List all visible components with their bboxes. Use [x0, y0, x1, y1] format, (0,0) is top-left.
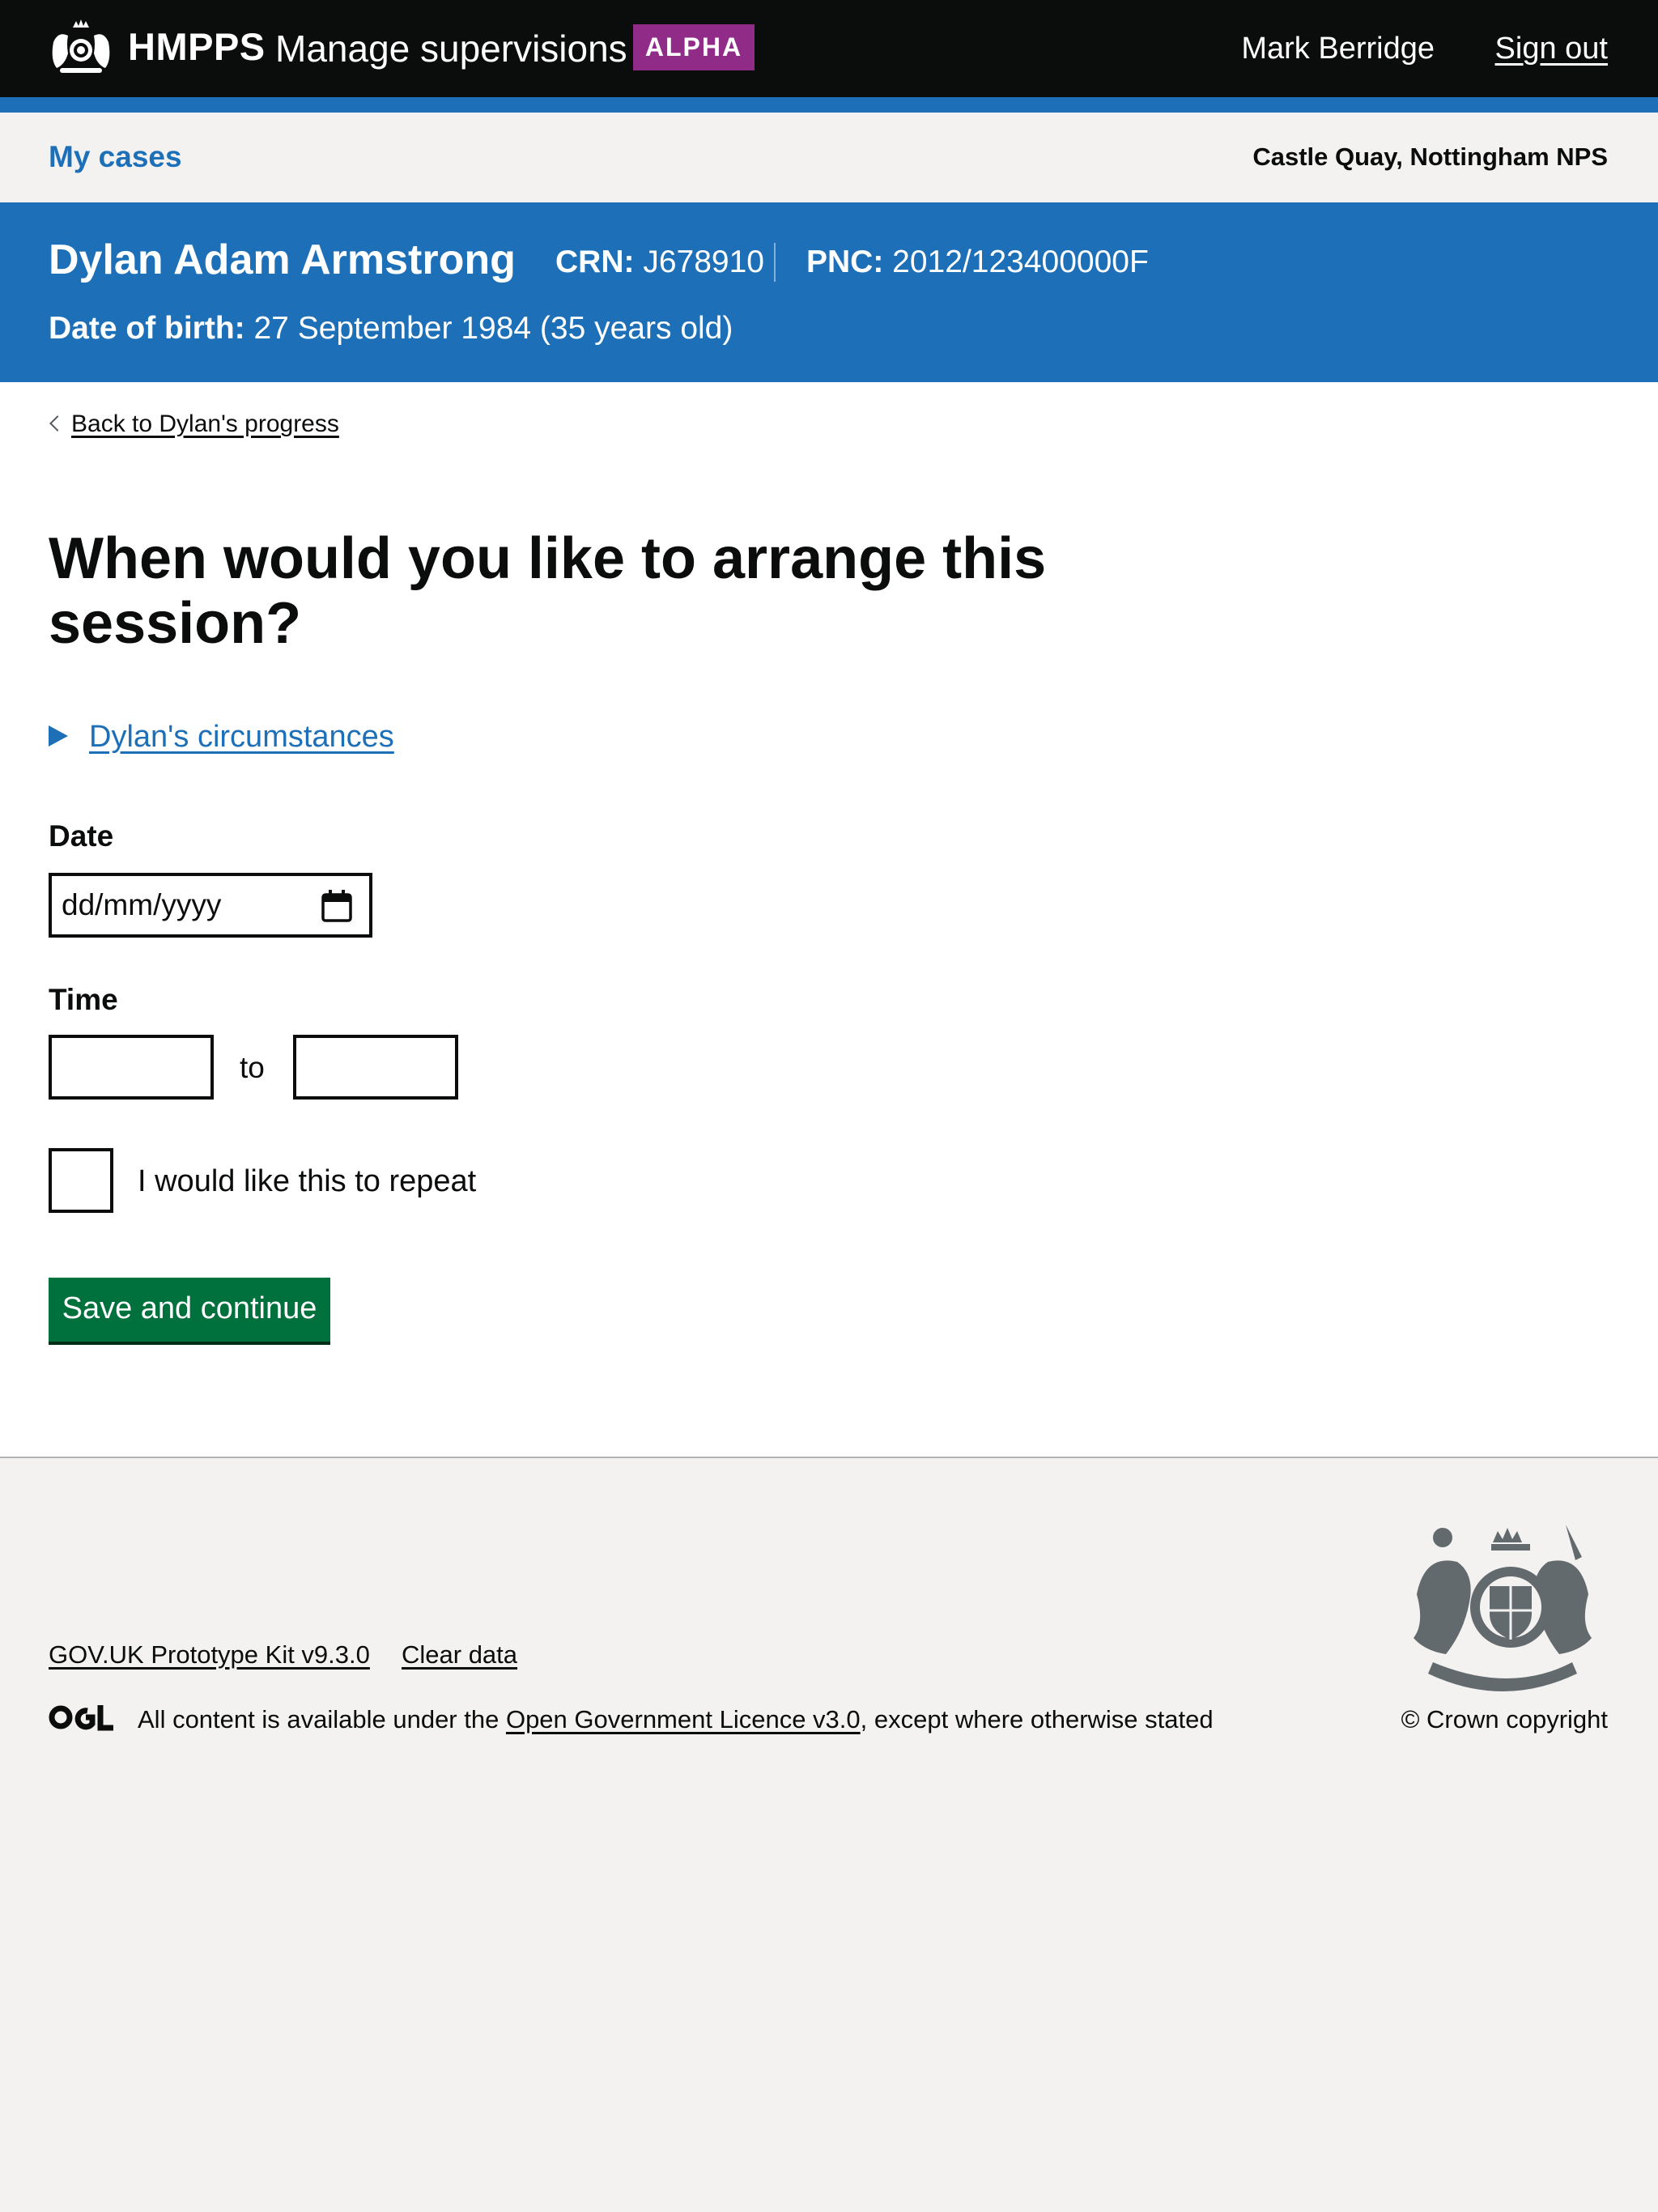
office-name: Castle Quay, Nottingham NPS	[1252, 143, 1608, 171]
org-name[interactable]: HMPPS	[128, 23, 266, 71]
open-government-licence-link[interactable]: Open Government Licence v3.0	[506, 1705, 861, 1733]
pnc-label: PNC:	[806, 245, 884, 279]
save-and-continue-button[interactable]: Save and continue	[49, 1278, 330, 1342]
licence-prefix: All content is available under the	[138, 1705, 506, 1733]
back-link[interactable]: Back to Dylan's progress	[49, 406, 339, 442]
offender-pnc: PNC: 2012/123400000F	[806, 240, 1149, 285]
chevron-left-icon	[49, 415, 66, 432]
date-placeholder: dd/mm/yyyy	[62, 888, 222, 921]
pnc-value: 2012/123400000F	[883, 245, 1149, 279]
prototype-kit-link[interactable]: GOV.UK Prototype Kit v9.3.0	[49, 1636, 370, 1674]
circumstances-details-toggle[interactable]: Dylan's circumstances	[49, 716, 394, 758]
service-name[interactable]: Manage supervisions	[275, 24, 627, 73]
time-label: Time	[49, 983, 118, 1016]
offender-name: Dylan Adam Armstrong	[49, 236, 516, 283]
page-title: When would you like to arrange this sess…	[49, 526, 1047, 656]
my-cases-link[interactable]: My cases	[49, 137, 182, 177]
time-separator: to	[240, 1051, 265, 1084]
licence-statement: All content is available under the Open …	[138, 1701, 1214, 1738]
calendar-icon[interactable]	[321, 889, 353, 923]
crown-copyright[interactable]: © Crown copyright	[1401, 1701, 1608, 1738]
offender-banner: Dylan Adam Armstrong CRN: J678910 PNC: 2…	[0, 202, 1658, 382]
site-footer: GOV.UK Prototype Kit v9.3.0 Clear data A…	[0, 1457, 1658, 2212]
licence-suffix: , except where otherwise stated	[860, 1705, 1214, 1733]
date-label: Date	[49, 819, 114, 853]
clear-data-link[interactable]: Clear data	[402, 1636, 517, 1674]
ogl-logo-icon	[49, 1705, 113, 1731]
start-time-input[interactable]	[49, 1035, 214, 1100]
header-accent-bar	[0, 97, 1658, 113]
page: HMPPS Manage supervisions ALPHA Mark Ber…	[0, 0, 1658, 2212]
back-link-label: Back to Dylan's progress	[71, 410, 339, 437]
phase-tag: ALPHA	[633, 24, 755, 70]
sub-navigation: My cases Castle Quay, Nottingham NPS	[0, 113, 1658, 202]
main-content: Back to Dylan's progress When would you …	[0, 382, 1658, 1457]
crn-label: CRN:	[555, 245, 635, 279]
royal-coat-of-arms-icon	[1414, 1525, 1592, 1691]
sign-out-link[interactable]: Sign out	[1495, 26, 1608, 71]
offender-dob: Date of birth: 27 September 1984 (35 yea…	[49, 306, 733, 351]
triangle-right-icon	[49, 725, 68, 747]
details-summary-label: Dylan's circumstances	[89, 720, 394, 754]
royal-crest-icon	[52, 19, 110, 73]
repeat-checkbox-label[interactable]: I would like this to repeat	[138, 1161, 476, 1202]
date-input[interactable]: dd/mm/yyyy	[49, 873, 372, 938]
user-name: Mark Berridge	[1241, 32, 1435, 66]
dob-label: Date of birth:	[49, 311, 245, 346]
end-time-input[interactable]	[293, 1035, 458, 1100]
crn-value: J678910	[634, 245, 764, 279]
dob-value: 27 September 1984 (35 years old)	[244, 311, 733, 346]
offender-crn: CRN: J678910	[555, 240, 764, 285]
banner-divider	[774, 243, 776, 282]
site-header: HMPPS Manage supervisions ALPHA Mark Ber…	[0, 0, 1658, 97]
repeat-checkbox[interactable]	[49, 1148, 113, 1213]
